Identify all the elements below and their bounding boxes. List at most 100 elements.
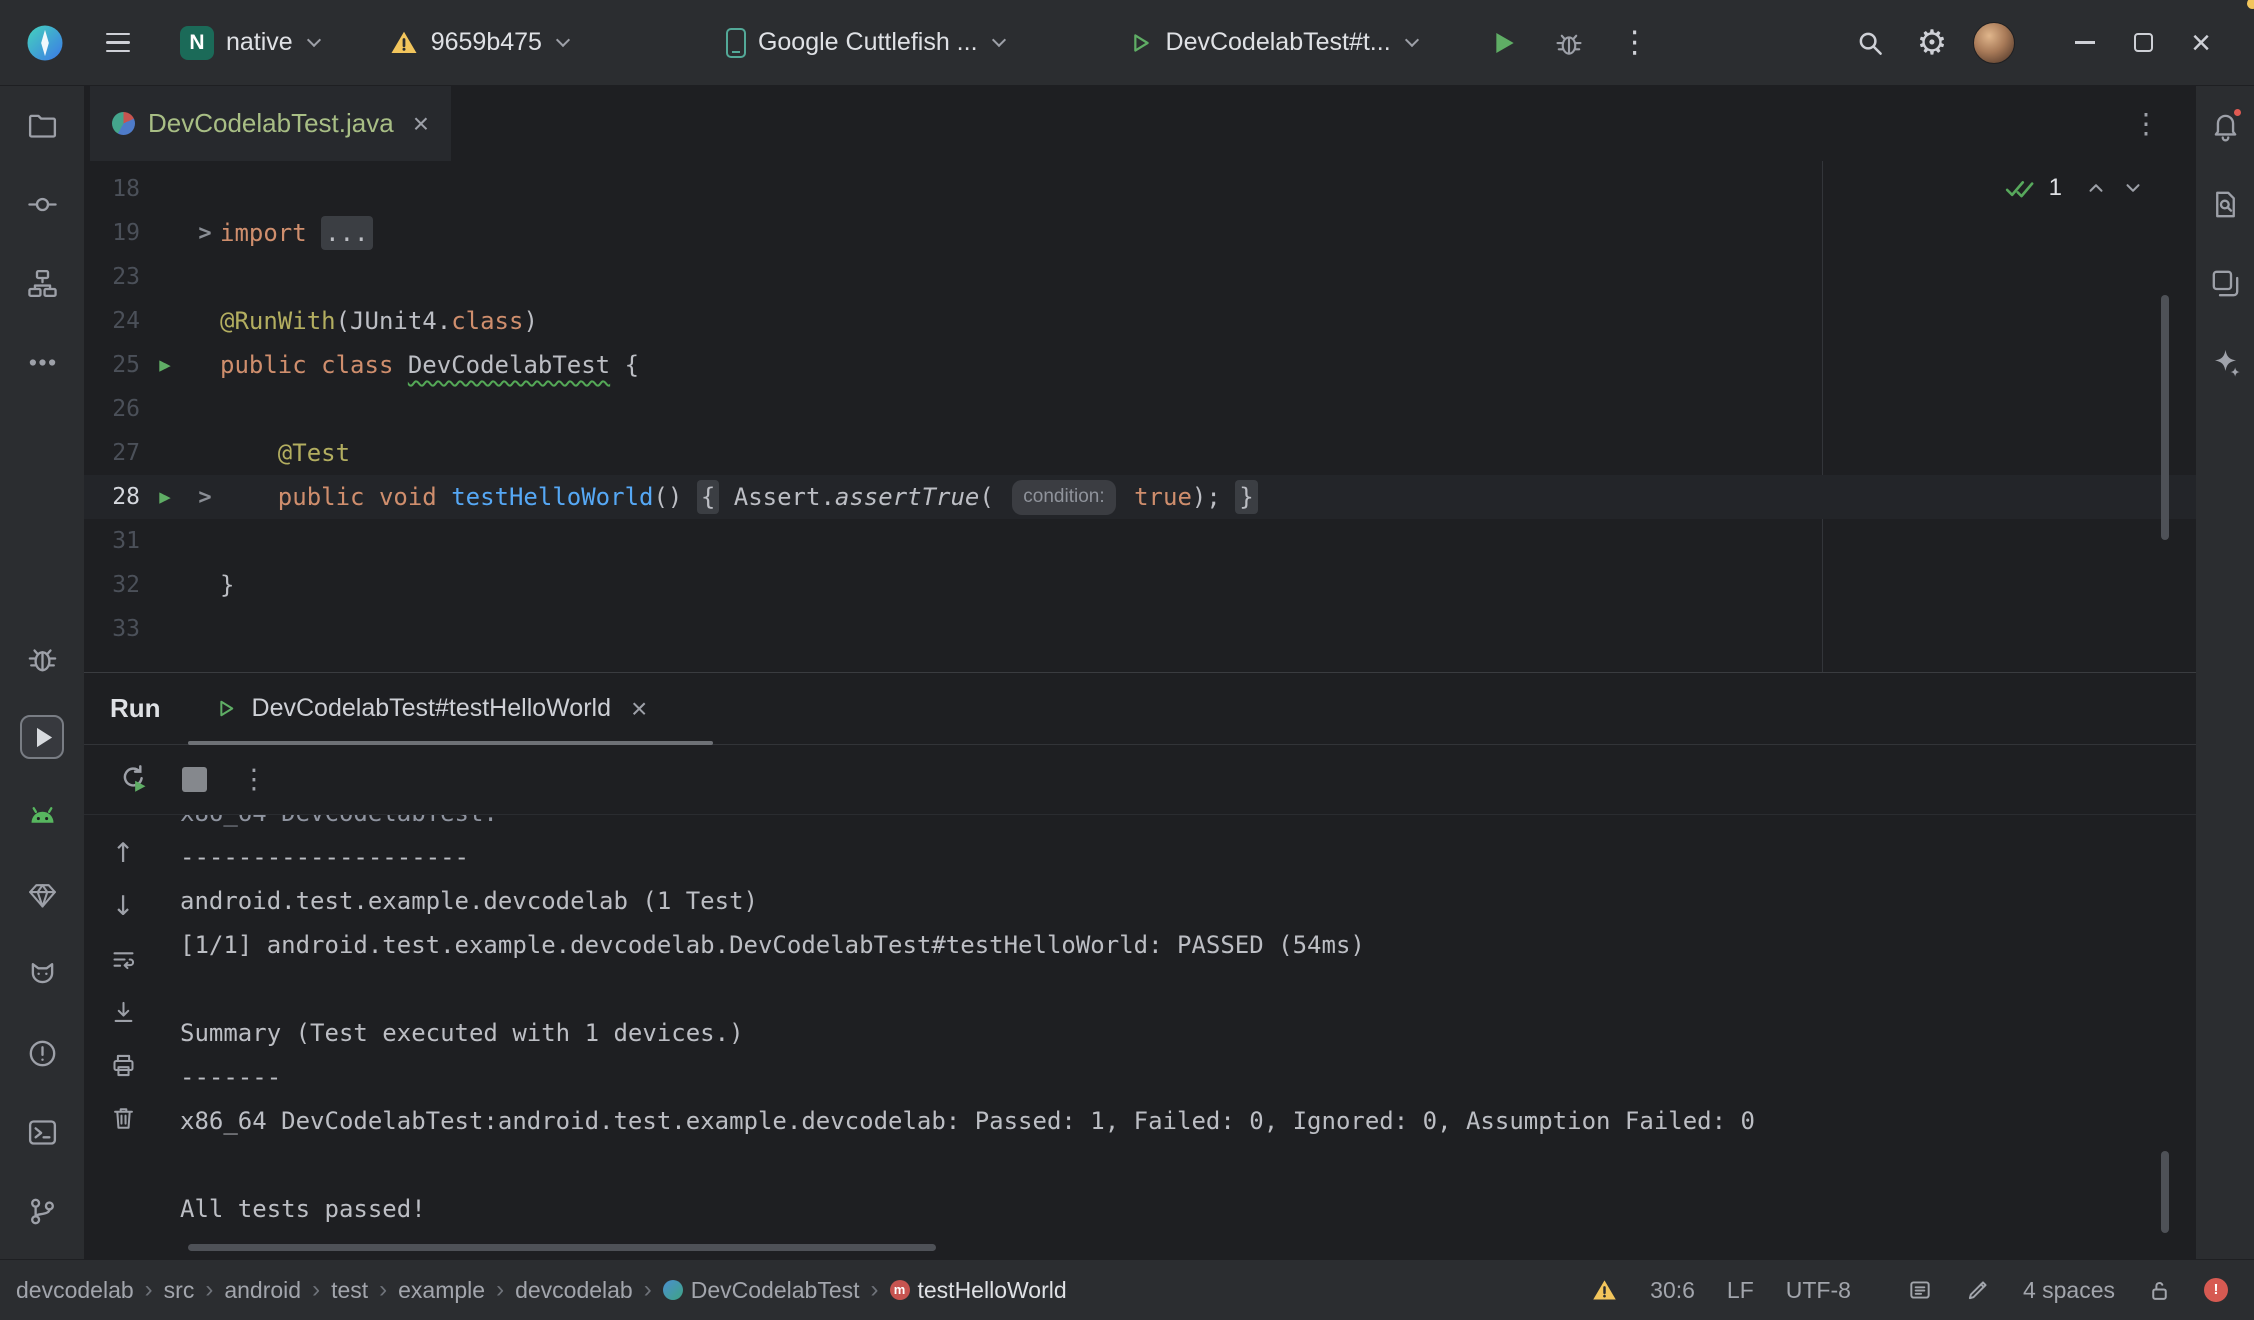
editor-tab[interactable]: DevCodelabTest.java × [90, 86, 451, 161]
down-the-stack-trace-button[interactable]: ↓ [105, 888, 141, 924]
reader-mode-toggle[interactable] [1907, 1277, 1933, 1303]
main-menu-button[interactable] [98, 25, 138, 61]
maximize-button[interactable] [2114, 14, 2172, 72]
close-button[interactable]: × [2172, 14, 2230, 72]
kebab-icon: ⋮ [1620, 28, 1650, 58]
soft-wrap-button[interactable] [105, 941, 141, 977]
breadcrumb-src[interactable]: src [164, 1277, 195, 1304]
project-selector[interactable]: N native [166, 18, 335, 68]
code-line-27[interactable]: 27 @Test [84, 431, 2196, 475]
breadcrumb-android[interactable]: android [224, 1277, 301, 1304]
run-gutter-icon[interactable]: ▶ [140, 486, 190, 508]
code-line-23[interactable]: 23 [84, 255, 2196, 299]
version-control-tool-button[interactable] [20, 1189, 64, 1233]
device-file-explorer-button[interactable] [2203, 182, 2247, 226]
editor-scrollbar[interactable] [2161, 295, 2169, 540]
indent-setting[interactable]: 4 spaces [2023, 1277, 2115, 1304]
file-lock-toggle[interactable] [2147, 1278, 2172, 1303]
device-manager-tool-button[interactable] [20, 873, 64, 917]
console-output[interactable]: x86_64 DevCodelabTest:------------------… [162, 815, 2196, 1259]
scroll-to-end-button[interactable] [105, 994, 141, 1030]
notification-badge [2232, 107, 2243, 118]
settings-button[interactable]: ⚙ [1906, 17, 1958, 69]
run-tab[interactable]: DevCodelabTest#testHelloWorld × [189, 673, 672, 744]
breadcrumb-testHelloWorld[interactable]: mtestHelloWorld [890, 1277, 1067, 1304]
code-line-26[interactable]: 26 [84, 387, 2196, 431]
avatar [1973, 22, 2015, 64]
file-encoding[interactable]: UTF-8 [1786, 1277, 1851, 1304]
code-line-31[interactable]: 31 [84, 519, 2196, 563]
next-problem-chevron-icon[interactable] [2122, 177, 2144, 199]
up-the-stack-trace-button[interactable]: ↑ [105, 835, 141, 871]
console-more-options-button[interactable]: ⋮ [234, 760, 274, 800]
code-line-33[interactable]: 33 [84, 607, 2196, 651]
run-configuration-selector[interactable]: DevCodelabTest#t... [1112, 20, 1433, 65]
code-line-18[interactable]: 18 [84, 167, 2196, 211]
code-token [220, 439, 278, 467]
line-number: 26 [84, 396, 140, 422]
line-separator[interactable]: LF [1727, 1277, 1754, 1304]
stop-button[interactable] [174, 760, 214, 800]
breadcrumb-devcodelab[interactable]: devcodelab [515, 1277, 633, 1304]
vcs-branch-selector[interactable]: 9659b475 [375, 20, 584, 66]
print-button[interactable] [105, 1047, 141, 1083]
run-tool-button[interactable] [20, 715, 64, 759]
breadcrumb-DevCodelabTest[interactable]: DevCodelabTest [663, 1277, 860, 1304]
tab-options-kebab-icon[interactable]: ⋮ [2132, 107, 2160, 140]
search-everywhere-button[interactable] [1844, 17, 1896, 69]
breadcrumb-devcodelab[interactable]: devcodelab [16, 1277, 134, 1304]
breadcrumb-test[interactable]: test [331, 1277, 368, 1304]
debug-bug-icon [1554, 28, 1584, 58]
problems-tool-button[interactable] [20, 1031, 64, 1075]
console-vscrollbar[interactable] [2161, 1151, 2169, 1233]
console-hscrollbar[interactable] [188, 1244, 936, 1251]
caret-position[interactable]: 30:6 [1650, 1277, 1695, 1304]
profile-avatar[interactable] [1968, 17, 2020, 69]
debug-tool-button[interactable] [20, 636, 64, 680]
code-editor[interactable]: 1819>import ...2324@RunWith(JUnit4.class… [84, 161, 2196, 672]
logcat-tool-button[interactable] [20, 794, 64, 838]
run-tab-underline [188, 741, 713, 745]
minimize-button[interactable] [2056, 14, 2114, 72]
analysis-warning-indicator[interactable] [1591, 1277, 1618, 1304]
run-gutter-icon[interactable]: ▶ [140, 354, 190, 376]
code-token: } [220, 571, 234, 599]
prev-problem-chevron-icon[interactable] [2085, 177, 2107, 199]
highlighting-level[interactable] [1965, 1277, 1991, 1303]
clear-console-button[interactable] [105, 1100, 141, 1136]
project-tool-button[interactable] [20, 103, 64, 147]
run-button[interactable] [1477, 17, 1529, 69]
breadcrumb-label: test [331, 1277, 368, 1304]
more-actions-button[interactable]: ⋮ [1609, 17, 1661, 69]
right-tool-stripe [2196, 86, 2254, 1259]
fold-chevron-icon[interactable]: > [190, 485, 220, 510]
line-number: 28 [84, 484, 140, 510]
fold-chevron-icon[interactable]: > [190, 221, 220, 246]
console-line: ------- [180, 1055, 2196, 1099]
code-line-24[interactable]: 24@RunWith(JUnit4.class) [84, 299, 2196, 343]
code-line-32[interactable]: 32} [84, 563, 2196, 607]
resource-manager-button[interactable] [2203, 261, 2247, 305]
breadcrumb-separator: › [205, 1276, 213, 1304]
notifications-button[interactable] [2203, 103, 2247, 147]
line-number: 33 [84, 616, 140, 642]
terminal-tool-button[interactable] [20, 1110, 64, 1154]
inspections-widget[interactable]: 1 [2004, 173, 2144, 203]
fatal-error-badge[interactable]: ! [2204, 1278, 2228, 1302]
more-tool-windows-button[interactable] [20, 340, 64, 384]
debug-button[interactable] [1543, 17, 1595, 69]
commit-tool-button[interactable] [20, 182, 64, 226]
rerun-button[interactable] [114, 760, 154, 800]
code-line-19[interactable]: 19>import ... [84, 211, 2196, 255]
run-tab-close-icon[interactable]: × [631, 695, 647, 723]
tab-close-icon[interactable]: × [413, 110, 429, 138]
gemini-button[interactable] [2203, 340, 2247, 384]
code-line-28[interactable]: 28▶> public void testHelloWorld() { Asse… [84, 475, 2196, 519]
code-line-25[interactable]: 25▶public class DevCodelabTest { [84, 343, 2196, 387]
device-selector[interactable]: Google Cuttlefish ... [712, 20, 1020, 66]
editor-tab-label: DevCodelabTest.java [148, 108, 394, 139]
structure-tool-button[interactable] [20, 261, 64, 305]
git-branch-icon [26, 1195, 59, 1228]
app-quality-insights-tool-button[interactable] [20, 952, 64, 996]
breadcrumb-example[interactable]: example [398, 1277, 485, 1304]
